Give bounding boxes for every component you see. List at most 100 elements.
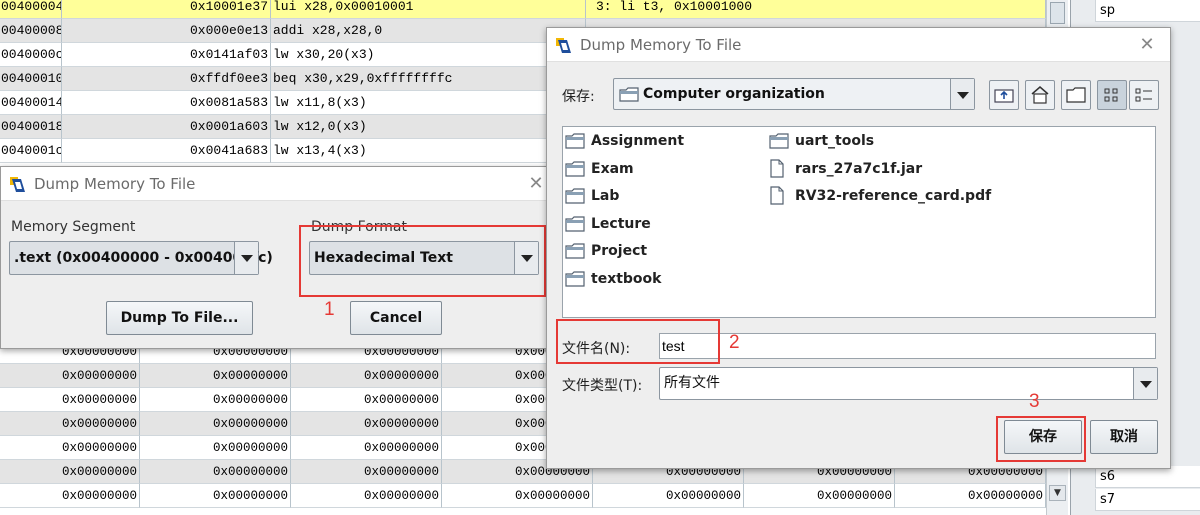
register-name: s7: [1095, 489, 1200, 511]
memory-value-cell: 0x00000000: [0, 364, 140, 388]
basic-cell: lw x11,8(x3): [271, 91, 586, 115]
code-cell: 0x10001e37: [62, 0, 271, 19]
memory-value-cell: 0x00000000: [0, 412, 140, 436]
folder-icon: [565, 216, 585, 232]
folder-icon: [565, 161, 585, 177]
list-view-button[interactable]: [1097, 80, 1127, 110]
dialog-title: Dump Memory To File: [34, 175, 196, 193]
new-folder-icon: [1066, 87, 1086, 103]
basic-cell: lw x12,0(x3): [271, 115, 586, 139]
close-icon[interactable]: ✕: [527, 175, 545, 193]
list-view-icon: [1104, 88, 1118, 102]
chevron-down-icon[interactable]: [950, 79, 974, 109]
annotation-number-2: 2: [729, 332, 740, 353]
basic-cell: lw x30,20(x3): [271, 43, 586, 67]
memory-value-cell: 0x00000000: [744, 484, 895, 508]
memory-value-cell: 0x00000000: [895, 484, 1046, 508]
memory-value-cell: 0x00000000: [140, 484, 291, 508]
chevron-down-icon[interactable]: [1133, 368, 1157, 399]
data-segment-row[interactable]: 0x000000000x000000000x000000000x00000000…: [0, 484, 1046, 508]
annotation-box-2: [556, 319, 720, 364]
chevron-down-icon[interactable]: [234, 242, 258, 274]
code-cell: 0x0001a603: [62, 115, 271, 139]
memory-value-cell: 0x00000000: [291, 436, 442, 460]
rars-logo-icon: [10, 177, 25, 192]
annotation-number-1: 1: [324, 299, 335, 320]
save-in-value: Computer organization: [643, 86, 825, 102]
memory-value-cell: 0x00000000: [0, 436, 140, 460]
address-cell: 00400008: [0, 19, 62, 43]
filetype-label: 文件类型(T):: [562, 378, 643, 394]
memory-value-cell: 0x00000000: [291, 388, 442, 412]
memory-value-cell: 0x00000000: [291, 460, 442, 484]
home-icon: [1031, 86, 1049, 104]
folder-name: Lecture: [591, 216, 651, 232]
folder-icon: [769, 133, 789, 149]
save-in-label: 保存:: [562, 89, 595, 105]
text-segment-row[interactable]: 00400004 0x10001e37 lui x28,0x00010001 3: l…: [0, 0, 1046, 19]
address-cell: 00400018: [0, 115, 62, 139]
details-view-icon: [1135, 88, 1152, 102]
file-icon: [770, 159, 784, 178]
folder-name: Assignment: [591, 133, 685, 149]
file-name: rars_27a7c1f.jar: [795, 161, 923, 177]
memory-value-cell: 0x00000000: [140, 412, 291, 436]
cancel-button[interactable]: 取消: [1090, 420, 1158, 454]
memory-value-cell: 0x00000000: [291, 484, 442, 508]
close-icon[interactable]: ✕: [1138, 36, 1156, 54]
code-cell: 0x000e0e13: [62, 19, 271, 43]
folder-name: Project: [591, 243, 648, 259]
register-name: sp: [1095, 0, 1200, 22]
memory-value-cell: 0x00000000: [140, 436, 291, 460]
dump-to-file-button[interactable]: Dump To File...: [106, 301, 253, 335]
save-in-select[interactable]: Computer organization: [613, 78, 975, 110]
code-cell: 0x0141af03: [62, 43, 271, 67]
memory-value-cell: 0x00000000: [140, 364, 291, 388]
memory-segment-select[interactable]: .text (0x00400000 - 0x004000fc): [9, 241, 273, 275]
memory-value-cell: 0x00000000: [140, 388, 291, 412]
folder-up-icon: [994, 89, 1014, 103]
register-name: s6: [1095, 466, 1200, 488]
file-chooser-dialog: Dump Memory To File ✕ 保存: Computer organ…: [546, 27, 1171, 469]
memory-value-cell: 0x00000000: [291, 412, 442, 436]
address-cell: 00400010: [0, 67, 62, 91]
folder-name: textbook: [591, 271, 662, 287]
folder-icon: [565, 133, 585, 149]
folder-icon: [565, 188, 585, 204]
home-button[interactable]: [1025, 80, 1055, 110]
dialog-title: Dump Memory To File: [580, 36, 742, 54]
new-folder-button[interactable]: [1061, 80, 1091, 110]
dialog-titlebar: Dump Memory To File ✕: [1, 167, 559, 201]
source-cell: 3: li t3, 0x10001000: [586, 0, 1046, 19]
basic-cell: addi x28,x28,0: [271, 19, 586, 43]
filetype-select[interactable]: 所有文件: [659, 367, 1158, 400]
details-view-button[interactable]: [1129, 80, 1159, 110]
basic-cell: beq x30,x29,0xffffffffc: [271, 67, 586, 91]
memory-value-cell: 0x00000000: [291, 364, 442, 388]
memory-value-cell: 0x00000000: [442, 484, 593, 508]
folder-name: Lab: [591, 188, 620, 204]
file-list[interactable]: Assignment Exam Lab Lecture Project text…: [562, 126, 1156, 318]
basic-cell: lw x13,4(x3): [271, 139, 586, 163]
up-one-level-button[interactable]: [989, 80, 1019, 110]
scrollbar-thumb[interactable]: [1050, 2, 1065, 24]
annotation-box-1: [299, 225, 546, 297]
dialog-titlebar: Dump Memory To File ✕: [547, 28, 1170, 62]
scroll-down-button[interactable]: ▼: [1049, 485, 1066, 501]
code-cell: 0x0081a583: [62, 91, 271, 115]
file-icon: [770, 186, 784, 205]
folder-icon: [619, 87, 639, 102]
file-name: RV32-reference_card.pdf: [795, 188, 992, 204]
address-cell: 00400004: [0, 0, 62, 19]
memory-value-cell: 0x00000000: [0, 388, 140, 412]
memory-value-cell: 0x00000000: [593, 484, 744, 508]
cancel-button[interactable]: Cancel: [350, 301, 442, 335]
folder-icon: [565, 243, 585, 259]
address-cell: 0040000c: [0, 43, 62, 67]
code-cell: 0xffdf0ee3: [62, 67, 271, 91]
address-cell: 0040001c: [0, 139, 62, 163]
annotation-number-3: 3: [1029, 391, 1040, 412]
folder-name: Exam: [591, 161, 634, 177]
memory-value-cell: 0x00000000: [0, 484, 140, 508]
filetype-value: 所有文件: [664, 375, 720, 391]
